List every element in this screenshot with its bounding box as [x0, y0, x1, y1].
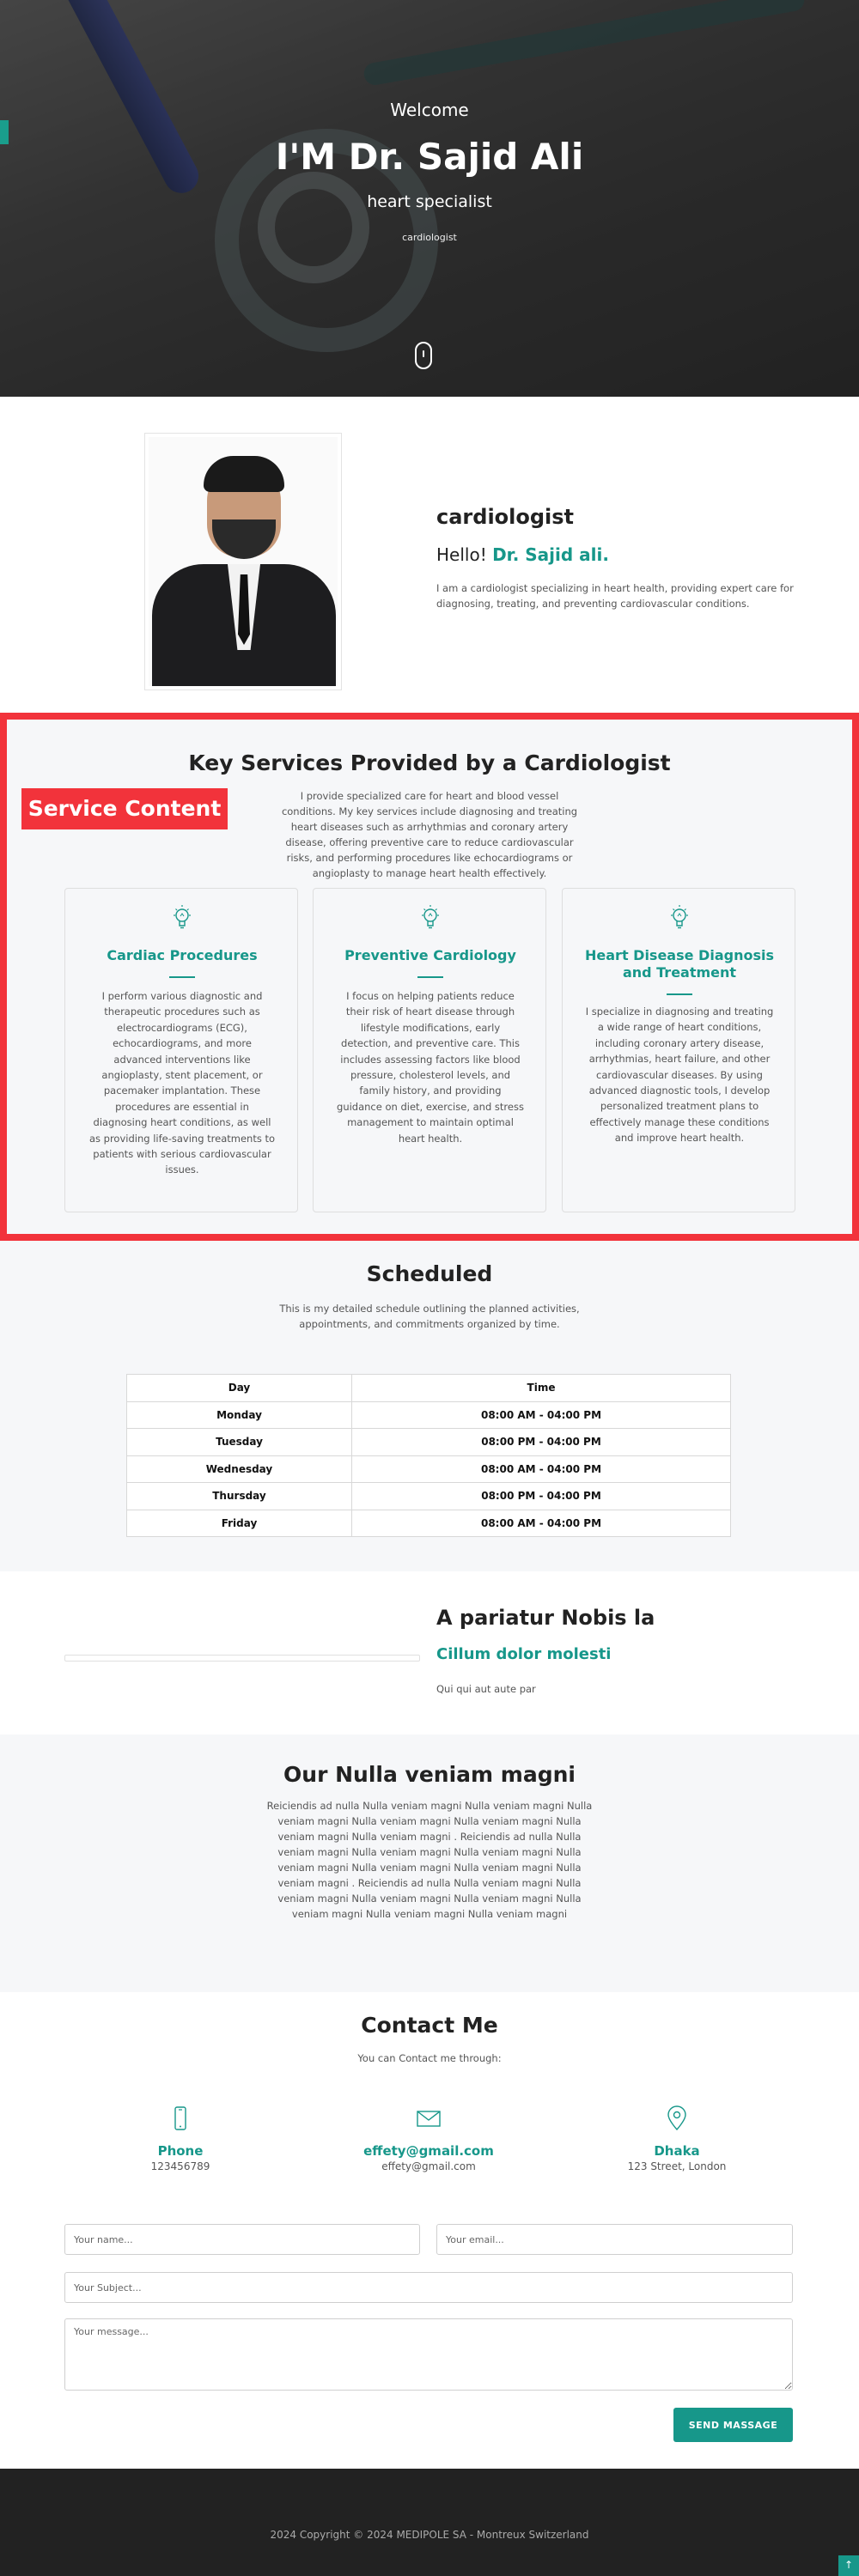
day-cell: Friday — [126, 1509, 352, 1537]
schedule-description: This is my detailed schedule outlining t… — [279, 1303, 580, 1330]
greeting-prefix: Hello! — [436, 544, 487, 565]
schedule-table: Day Time Monday 08:00 AM - 04:00 PM Tuesd… — [126, 1374, 731, 1537]
table-header-row: Day Time — [126, 1374, 731, 1402]
our-title-bold: Nulla veniam magni — [335, 1762, 576, 1787]
time-cell: 08:00 AM - 04:00 PM — [351, 1455, 731, 1483]
schedule-title: Scheduled — [366, 1261, 493, 1286]
about-description: I am a cardiologist specializing in hear… — [436, 582, 794, 610]
contact-email: effety@gmail.com effety@gmail.com — [326, 2105, 532, 2172]
message-textarea[interactable] — [64, 2318, 793, 2391]
our-section: Our Nulla veniam magni Reiciendis ad nul… — [0, 1735, 859, 1992]
our-text: Reiciendis ad nulla Nulla veniam magni N… — [266, 1800, 593, 1920]
title-underline — [169, 976, 195, 978]
service-card: Cardiac Procedures I perform various dia… — [64, 888, 298, 1212]
title-underline — [417, 976, 443, 978]
schedule-section: Scheduled This is my detailed schedule o… — [0, 1241, 859, 1571]
email-input[interactable] — [436, 2224, 793, 2255]
contact-title: Contact Me — [361, 2013, 498, 2038]
scroll-down-mouse-icon[interactable] — [415, 342, 432, 369]
contact-subtitle: You can Contact me through: — [357, 2052, 502, 2064]
send-message-button[interactable]: SEND MASSAGE — [673, 2408, 793, 2442]
lightbulb-icon — [422, 905, 439, 929]
time-cell: 08:00 PM - 04:00 PM — [351, 1428, 731, 1456]
footer: 2024 Copyright © 2024 MEDIPOLE SA - Mont… — [0, 2469, 859, 2576]
back-to-top-button[interactable]: ↑ — [838, 2555, 859, 2576]
doctor-photo — [144, 433, 342, 690]
day-cell: Thursday — [126, 1482, 352, 1510]
feature-subtitle: Cillum dolor molesti — [436, 1645, 612, 1663]
hero-subtitle: heart specialist — [367, 192, 492, 211]
contact-phone: Phone 123456789 — [77, 2105, 283, 2172]
contact-email-label[interactable]: effety@gmail.com — [326, 2143, 532, 2159]
arrow-up-icon: ↑ — [844, 2559, 854, 2571]
image-slider-placeholder[interactable] — [64, 1655, 420, 1662]
day-cell: Monday — [126, 1400, 352, 1429]
hero-section: Welcome I'M Dr. Sajid Ali heart speciali… — [0, 0, 859, 397]
table-row: Thursday 08:00 PM - 04:00 PM — [126, 1482, 731, 1510]
name-input[interactable] — [64, 2224, 420, 2255]
service-card-text: I perform various diagnostic and therape… — [88, 990, 276, 1176]
contact-location-value: 123 Street, London — [627, 2160, 727, 2172]
table-row: Wednesday 08:00 AM - 04:00 PM — [126, 1455, 731, 1483]
services-title: Key Services Provided by a Cardiologist — [188, 750, 671, 775]
feature-text: Qui qui aut aute par — [436, 1683, 536, 1695]
day-cell: Tuesday — [126, 1428, 352, 1456]
header-day: Day — [126, 1374, 352, 1402]
our-title-prefix: Our — [283, 1762, 328, 1787]
contact-location-label: Dhaka — [654, 2143, 700, 2159]
hero-welcome: Welcome — [390, 100, 469, 120]
service-card-title: Preventive Cardiology — [344, 947, 516, 963]
table-row: Monday 08:00 AM - 04:00 PM — [126, 1400, 731, 1429]
time-cell: 08:00 AM - 04:00 PM — [351, 1400, 731, 1429]
greeting-name: Dr. Sajid ali. — [492, 544, 609, 565]
header-time: Time — [351, 1374, 731, 1402]
time-cell: 08:00 PM - 04:00 PM — [351, 1482, 731, 1510]
service-card-text: I specialize in diagnosing and treating … — [585, 1005, 774, 1145]
phone-icon — [174, 2106, 186, 2130]
service-card-title: Cardiac Procedures — [107, 947, 258, 963]
time-cell: 08:00 AM - 04:00 PM — [351, 1509, 731, 1537]
table-row: Friday 08:00 AM - 04:00 PM — [126, 1509, 731, 1537]
service-card-text: I focus on helping patients reduce their… — [337, 990, 524, 1145]
services-description: I provide specialized care for heart and… — [281, 790, 578, 879]
contact-phone-label: Phone — [157, 2143, 204, 2159]
lightbulb-icon — [671, 905, 688, 929]
location-pin-icon — [667, 2105, 686, 2131]
contact-email-value: effety@gmail.com — [381, 2160, 476, 2172]
envelope-icon — [417, 2111, 441, 2127]
service-content-badge: Service Content — [21, 788, 228, 829]
day-cell: Wednesday — [126, 1455, 352, 1483]
about-section: cardiologist Hello! Dr. Sajid ali. I am … — [0, 397, 859, 713]
lightbulb-icon — [174, 905, 191, 929]
services-section: Key Services Provided by a Cardiologist … — [0, 713, 859, 1241]
title-underline — [667, 993, 692, 995]
our-title: Our Nulla veniam magni — [0, 1762, 859, 1787]
feature-title: A pariatur Nobis la — [436, 1606, 655, 1630]
contact-section: Contact Me You can Contact me through: P… — [0, 1992, 859, 2469]
contact-phone-value: 123456789 — [150, 2160, 210, 2172]
hero-tagline: cardiologist — [402, 232, 457, 243]
service-card: Preventive Cardiology I focus on helping… — [313, 888, 546, 1212]
service-card: Heart Disease Diagnosis and Treatment I … — [562, 888, 795, 1212]
table-row: Tuesday 08:00 PM - 04:00 PM — [126, 1428, 731, 1456]
service-card-title: Heart Disease Diagnosis and Treatment — [585, 947, 774, 981]
footer-copyright: 2024 Copyright © 2024 MEDIPOLE SA - Mont… — [270, 2529, 589, 2541]
hero-title: I'M Dr. Sajid Ali — [275, 136, 584, 178]
about-greeting: Hello! Dr. Sajid ali. — [436, 544, 609, 565]
subject-input[interactable] — [64, 2272, 793, 2303]
about-title: cardiologist — [436, 505, 575, 529]
contact-location: Dhaka 123 Street, London — [574, 2105, 780, 2172]
feature-section: A pariatur Nobis la Cillum dolor molesti… — [0, 1571, 859, 1735]
